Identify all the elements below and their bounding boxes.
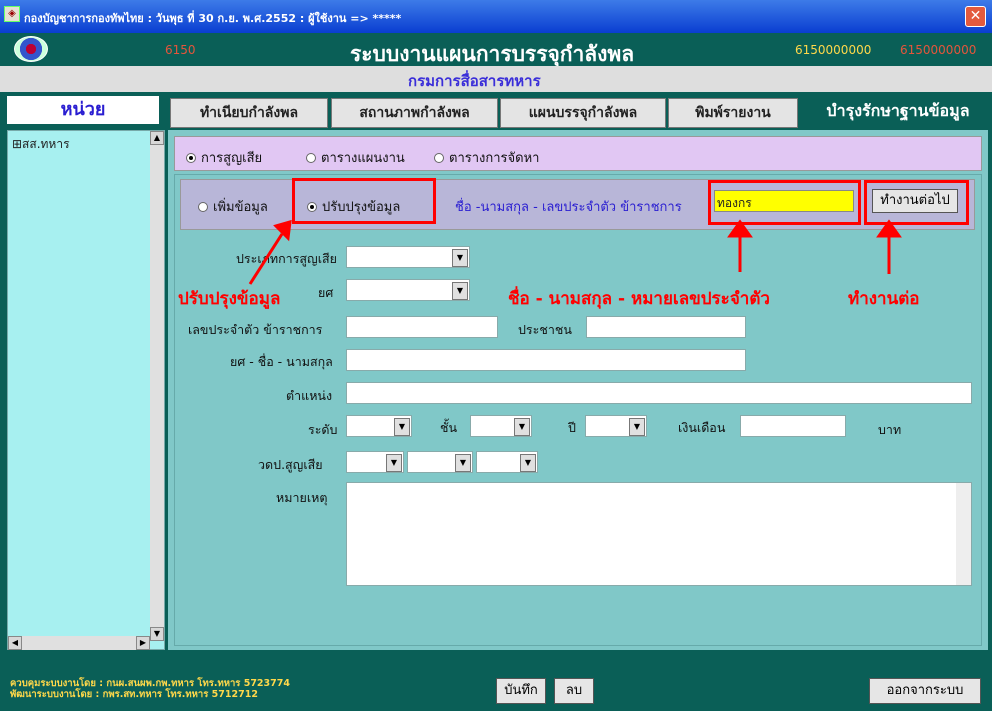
radio-label: ตารางการจัดหา — [449, 151, 540, 166]
highlight-box-update — [292, 178, 436, 224]
annotation-continue: ทำงานต่อ — [848, 289, 920, 309]
window-title: กองบัญชาการกองทัพไทย : วันพุธ ที่ 30 ก.ย… — [24, 12, 402, 25]
citizen-id-input[interactable] — [586, 316, 746, 338]
radio-off-icon — [434, 153, 444, 163]
loss-date-label: วดป.สูญเสีย — [258, 457, 323, 472]
developed-by-text: พัฒนาระบบงานโดย : กพร.สท.ทหาร โทร.ทหาร 5… — [10, 689, 258, 700]
position-label: ตำแหน่ง — [286, 388, 333, 403]
step-select[interactable] — [470, 415, 532, 437]
delete-button[interactable]: ลบ — [554, 678, 594, 704]
salary-label: เงินเดือน — [678, 420, 726, 435]
annotation-update-data: ปรับปรุงข้อมูล — [178, 289, 281, 309]
unit-tree-panel — [7, 130, 165, 650]
save-button[interactable]: บันทึก — [496, 678, 546, 704]
radio-procurement-table[interactable]: ตารางการจัดหา — [434, 147, 539, 168]
report-type-bar — [174, 136, 982, 171]
scroll-right-icon[interactable]: ▶ — [136, 636, 150, 650]
remark-textarea[interactable] — [346, 482, 972, 586]
tab-status[interactable]: สถานภาพกำลังพล — [331, 98, 498, 128]
id-number-label: เลขประจำตัว ข้าราชการ — [188, 322, 323, 337]
scroll-down-icon[interactable]: ▼ — [150, 627, 164, 641]
rank-label: ยศ — [318, 285, 334, 300]
user-code-2: 6150000000 — [900, 43, 977, 57]
scroll-left-icon[interactable]: ◀ — [8, 636, 22, 650]
radio-on-icon — [186, 153, 196, 163]
sidebar-vertical-scrollbar[interactable]: ▲ ▼ — [150, 131, 164, 641]
app-icon: ◈ — [4, 6, 20, 22]
tab-print-report[interactable]: พิมพ์รายงาน — [668, 98, 798, 128]
radio-add-data[interactable]: เพิ่มข้อมูล — [198, 196, 268, 217]
department-name: กรมการสื่อสารทหาร — [408, 72, 541, 90]
remark-scrollbar[interactable] — [956, 483, 971, 585]
tab-database-maintenance[interactable]: บำรุงรักษาฐานข้อมูล — [808, 98, 988, 128]
remark-label: หมายเหตุ — [276, 490, 328, 505]
sidebar-horizontal-scrollbar[interactable]: ◀ ▶ — [8, 636, 150, 650]
position-input[interactable] — [346, 382, 972, 404]
scroll-up-icon[interactable]: ▲ — [150, 131, 164, 145]
loss-month-select[interactable] — [407, 451, 473, 473]
loss-type-label: ประเภทการสูญเสีย — [236, 251, 337, 266]
tree-item[interactable]: ⊞สส.ทหาร — [12, 135, 70, 154]
radio-plan-table[interactable]: ตารางแผนงาน — [306, 147, 405, 168]
tab-staffing-plan[interactable]: แผนบรรจุกำลังพล — [500, 98, 666, 128]
level-select[interactable] — [346, 415, 412, 437]
level-label: ระดับ — [308, 422, 338, 437]
loss-type-select[interactable] — [346, 246, 470, 268]
loss-year-select[interactable] — [476, 451, 538, 473]
application-window: ◈ กองบัญชาการกองทัพไทย : วันพุธ ที่ 30 ก… — [0, 0, 992, 711]
close-button[interactable]: ✕ — [965, 6, 986, 27]
highlight-box-name — [708, 180, 861, 225]
highlight-box-continue — [864, 180, 969, 225]
radio-label: เพิ่มข้อมูล — [213, 200, 268, 215]
user-code: 6150000000 — [795, 43, 872, 57]
rank-name-label: ยศ - ชื่อ - นามสกุล — [230, 354, 333, 369]
radio-loss[interactable]: การสูญเสีย — [186, 147, 262, 168]
title-bar: ◈ กองบัญชาการกองทัพไทย : วันพุธ ที่ 30 ก… — [0, 0, 992, 33]
year-select[interactable] — [585, 415, 647, 437]
logo-icon — [14, 36, 48, 62]
unit-label: หน่วย — [7, 96, 159, 124]
step-label: ชั้น — [440, 420, 458, 435]
radio-off-icon — [306, 153, 316, 163]
controlled-by-text: ควบคุมระบบงานโดย : กนผ.สนผพ.กพ.ทหาร โทร.… — [10, 678, 290, 689]
radio-label: ตารางแผนงาน — [321, 151, 405, 166]
logout-button[interactable]: ออกจากระบบ — [869, 678, 981, 704]
rank-select[interactable] — [346, 279, 470, 301]
baht-label: บาท — [878, 422, 902, 437]
id-number-input[interactable] — [346, 316, 498, 338]
salary-input[interactable] — [740, 415, 846, 437]
citizen-id-label: ประชาชน — [518, 322, 572, 337]
annotation-name-id: ชื่อ - นามสกุล - หมายเลขประจำตัว — [508, 289, 770, 309]
loss-day-select[interactable] — [346, 451, 404, 473]
unit-code: 6150 — [165, 43, 196, 57]
tab-directory[interactable]: ทำเนียบกำลังพล — [170, 98, 328, 128]
year-label: ปี — [568, 420, 576, 435]
name-prompt-label: ชื่อ -นามสกุล - เลขประจำตัว ข้าราชการ — [455, 200, 682, 215]
rank-name-input[interactable] — [346, 349, 746, 371]
radio-off-icon — [198, 202, 208, 212]
radio-label: การสูญเสีย — [201, 151, 263, 166]
